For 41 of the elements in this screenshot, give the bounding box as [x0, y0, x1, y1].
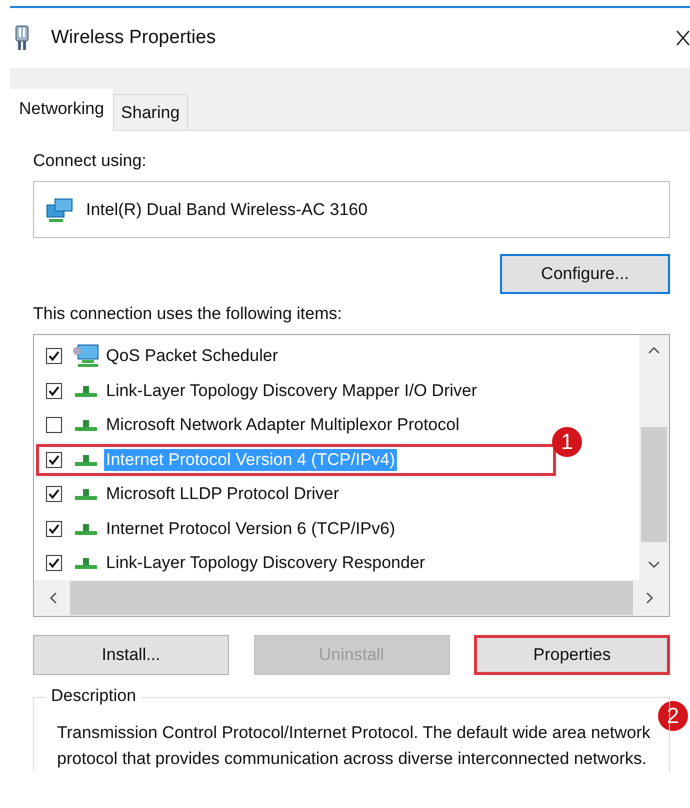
- action-button[interactable]: Install...: [33, 635, 229, 675]
- checkbox[interactable]: [46, 486, 62, 502]
- checkbox[interactable]: [46, 417, 62, 434]
- items-label: This connection uses the following items:: [33, 304, 342, 324]
- item-name[interactable]: QoS Packet Scheduler: [104, 345, 280, 368]
- scroll-up-icon[interactable]: [647, 345, 661, 355]
- description-text: Transmission Control Protocol/Internet Protocol. The default wide area network protocol that provides communication across diverse interconnected networks.: [57, 722, 652, 770]
- network-adapter-icon: [15, 25, 29, 51]
- description-legend: Description: [46, 686, 142, 706]
- network-protocol-icon: [72, 522, 100, 536]
- checkbox[interactable]: [46, 348, 62, 364]
- item-name[interactable]: Microsoft Network Adapter Multiplexor Protocol: [104, 414, 462, 436]
- item-name[interactable]: Microsoft LLDP Protocol Driver: [104, 483, 342, 506]
- connect-using-label: Connect using:: [33, 151, 146, 171]
- tab[interactable]: Networking: [10, 89, 114, 131]
- configure-button[interactable]: Configure...: [500, 254, 670, 294]
- network-protocol-icon: [72, 418, 100, 432]
- scroll-left-icon[interactable]: [48, 591, 58, 605]
- network-protocol-icon: [72, 452, 100, 467]
- monitor-icon: [72, 344, 100, 368]
- network-protocol-icon: [72, 487, 100, 502]
- network-protocol-icon: [72, 384, 100, 398]
- adapter-field: Intel(R) Dual Band Wireless-AC 3160: [33, 181, 670, 238]
- scroll-down-icon[interactable]: [647, 560, 661, 570]
- close-icon[interactable]: [676, 30, 690, 46]
- horizontal-scrollbar[interactable]: [34, 580, 669, 616]
- network-computers-icon: [46, 196, 74, 222]
- window-title: Wireless Properties: [51, 27, 217, 49]
- tab[interactable]: Sharing: [113, 94, 188, 130]
- callout-badge: 1: [552, 426, 582, 456]
- item-name[interactable]: Link-Layer Topology Discovery Mapper I/O Driver: [104, 380, 479, 402]
- checkbox[interactable]: [46, 452, 62, 468]
- scroll-right-icon[interactable]: [645, 591, 655, 605]
- action-button[interactable]: Properties: [474, 635, 670, 675]
- checkbox[interactable]: [46, 555, 62, 572]
- vertical-scrollbar[interactable]: [639, 335, 669, 580]
- checkbox[interactable]: [46, 520, 62, 537]
- network-protocol-icon: [72, 556, 100, 570]
- item-name[interactable]: Internet Protocol Version 6 (TCP/IPv6): [104, 518, 398, 540]
- item-name[interactable]: Link-Layer Topology Discovery Responder: [104, 552, 428, 574]
- checkbox[interactable]: [46, 382, 62, 399]
